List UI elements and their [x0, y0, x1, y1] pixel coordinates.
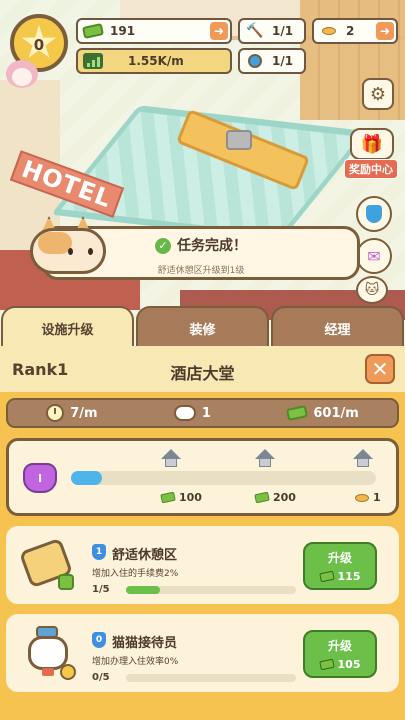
cash-icon	[318, 570, 335, 583]
clock-icon	[46, 404, 65, 422]
fish-amount: 2	[346, 24, 355, 38]
cat-icon: 🐱	[364, 282, 380, 298]
level-shield-icon: 1	[92, 544, 106, 560]
close-icon: ✕	[371, 357, 389, 381]
upgrade-button[interactable]: 升级 105	[303, 630, 377, 678]
crown-level-icon: I	[23, 463, 57, 493]
cash-icon	[254, 491, 270, 504]
milestone-reward: 100	[160, 491, 202, 504]
coupon-icon: ✉	[367, 246, 381, 266]
tab-manager[interactable]: 经理	[271, 306, 404, 348]
tab-decoration[interactable]: 装修	[136, 306, 269, 348]
player-level: 0	[33, 36, 45, 54]
fish-icon	[355, 493, 369, 502]
potion-counter: 1/1	[238, 48, 306, 74]
cash-amount: 191	[110, 24, 136, 38]
add-fish-button[interactable]: ➜	[376, 22, 394, 40]
cat-mascot-icon	[30, 214, 106, 276]
item-name: 猫猫接待员	[112, 636, 178, 651]
rank-progress-bar	[71, 471, 376, 485]
cat-count-stat: 1	[173, 405, 211, 421]
income-rate: 1.55K/m	[128, 54, 184, 68]
milestone-reward: 1	[355, 491, 381, 504]
money-rate-stat: 601/m	[286, 405, 359, 421]
item-progress-bar	[126, 674, 296, 682]
item-count: 0/5	[92, 672, 110, 683]
hammer-counter: 🔨 1/1	[238, 18, 306, 44]
milestone-house-icon[interactable]	[255, 449, 275, 467]
rank-progress-fill	[71, 471, 102, 485]
panel-header: Rank1 酒店大堂 ✕	[0, 346, 405, 392]
gift-icon: 🎁	[360, 133, 384, 155]
item-progress-fill	[126, 586, 160, 594]
potion-amount: 1/1	[272, 54, 294, 68]
page-title: 酒店大堂	[170, 364, 235, 383]
upgrade-cost: 115	[318, 570, 360, 583]
tab-facility-upgrade[interactable]: 设施升级	[1, 306, 134, 348]
hammer-amount: 1/1	[272, 24, 294, 38]
cat-face-icon	[173, 405, 196, 421]
cash-icon	[160, 491, 176, 504]
coupon-button[interactable]: ✉	[356, 238, 392, 274]
reward-center-button[interactable]: 🎁	[350, 128, 394, 160]
item-description: 增加入住的手续费2%	[92, 569, 179, 579]
list-item: 1 舒适休憩区 增加入住的手续费2% 1/5 升级 115	[6, 526, 399, 604]
add-cash-button[interactable]: ➜	[210, 22, 228, 40]
list-item: 0 猫猫接待员 增加办理入住效率0% 0/5 升级 105	[6, 614, 399, 692]
item-description: 增加办理入住效率0%	[92, 657, 179, 667]
milestone-house-icon[interactable]	[161, 449, 181, 467]
level-shield-icon: 0	[92, 632, 106, 648]
upgrade-cost: 105	[318, 658, 360, 671]
milestone-reward: 200	[254, 491, 296, 504]
cat-helper-button[interactable]: 🐱	[356, 276, 388, 304]
time-rate-stat: 7/m	[46, 404, 98, 422]
cat-count: 1	[201, 405, 211, 421]
upgrade-panel: Rank1 酒店大堂 ✕ 7/m 1 601/m I 100 200 1 1 舒…	[0, 346, 405, 720]
income-chart-icon	[82, 52, 104, 70]
hammer-icon: 🔨	[246, 23, 264, 39]
cash-register	[226, 130, 252, 150]
avatar[interactable]	[0, 56, 44, 96]
item-name: 舒适休憩区	[112, 548, 178, 563]
stats-bar: 7/m 1 601/m	[6, 398, 399, 428]
gear-icon: ⚙	[369, 83, 387, 105]
cat-receptionist-icon	[20, 626, 76, 680]
cash-icon	[81, 22, 105, 40]
panel-tabs: 设施升级 装修 经理	[0, 306, 405, 348]
time-rate: 7/m	[70, 405, 98, 421]
item-count: 1/5	[92, 584, 110, 595]
cash-icon	[318, 658, 335, 671]
settings-button[interactable]: ⚙	[362, 78, 394, 110]
cash-icon	[286, 405, 309, 421]
upgrade-button[interactable]: 升级 115	[303, 542, 377, 590]
potion-icon	[244, 52, 266, 70]
crown-level: I	[37, 471, 43, 485]
fish-counter: 2 ➜	[312, 18, 398, 44]
shield-bonus-button[interactable]	[356, 196, 392, 232]
cushion-icon	[18, 537, 76, 592]
cash-counter: 191 ➜	[76, 18, 232, 44]
shield-icon	[366, 205, 382, 223]
close-button[interactable]: ✕	[365, 354, 395, 384]
fish-icon	[318, 22, 340, 40]
milestone-house-icon[interactable]	[353, 449, 373, 467]
rank-progress-card: I 100 200 1	[6, 438, 399, 516]
reward-center-label[interactable]: 奖励中心	[344, 159, 398, 179]
money-rate: 601/m	[313, 405, 359, 421]
checkmark-icon: ✓	[155, 238, 171, 254]
income-rate-counter: 1.55K/m	[76, 48, 232, 74]
item-progress-bar	[126, 586, 296, 594]
